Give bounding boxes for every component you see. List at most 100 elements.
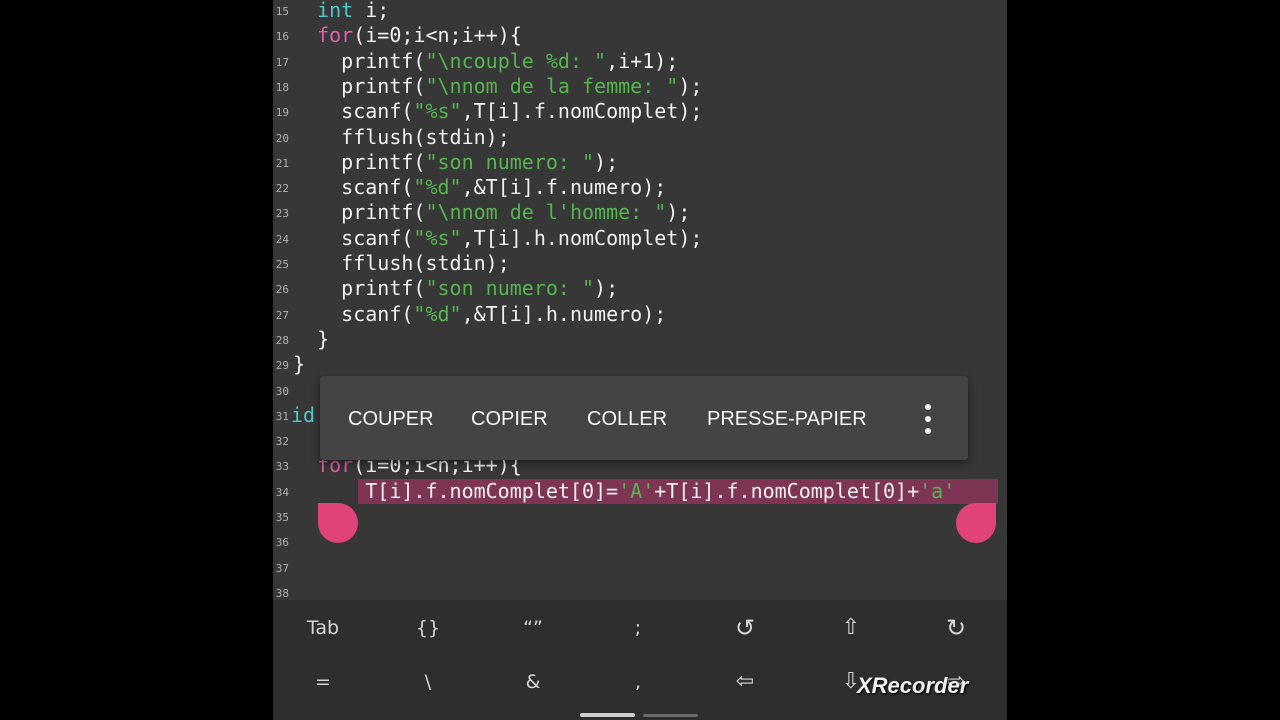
line-number: 20 xyxy=(275,131,289,145)
code-token: +T[i].f.nomComplet[0]+ xyxy=(654,478,920,503)
keyword: for xyxy=(317,23,354,48)
string-literal: "son numero: " xyxy=(425,276,595,301)
code-line: 15 int i; xyxy=(273,0,1007,23)
code-line: 23 printf("\nnom de l'homme: "); xyxy=(273,200,1007,225)
shift-up-icon[interactable]: ⇧ xyxy=(811,608,891,648)
string-literal: "\nnom de la femme: " xyxy=(425,73,679,98)
code-line: 37 xyxy=(273,555,1007,580)
arrow-left-icon[interactable]: ⇦ xyxy=(705,662,785,702)
comma-key[interactable]: , xyxy=(598,662,678,702)
nav-gesture-bar-secondary xyxy=(643,714,698,717)
more-options-icon[interactable] xyxy=(918,402,938,436)
string-literal: "son numero: " xyxy=(425,149,595,174)
string-literal: "%s" xyxy=(413,99,462,124)
code-line: 24 scanf("%s",T[i].h.nomComplet); xyxy=(273,226,1007,251)
line-number: 21 xyxy=(275,156,289,170)
string-literal: "%d" xyxy=(413,301,462,326)
code-token: ,&T[i].f.numero); xyxy=(461,175,667,200)
selection-end-handle[interactable] xyxy=(956,503,996,543)
line-number: 29 xyxy=(275,359,289,373)
code-line: 19 scanf("%s",T[i].f.nomComplet); xyxy=(273,99,1007,124)
code-text: scanf("%d",&T[i].h.numero); xyxy=(341,302,666,327)
code-text: printf("son numero: "); xyxy=(341,276,618,301)
line-number: 38 xyxy=(275,586,289,600)
code-token: ); xyxy=(594,149,619,174)
more-dot xyxy=(925,428,931,434)
braces-key[interactable]: {} xyxy=(388,608,468,648)
code-token: printf( xyxy=(341,48,426,73)
more-dot xyxy=(925,416,931,422)
semicolon-key[interactable]: ; xyxy=(598,608,678,648)
line-number: 22 xyxy=(275,182,289,196)
code-editor[interactable]: 15 int i; 16 for(i=0;i<n;i++){17 printf("\nc… xyxy=(273,0,1007,600)
phone-screen: 15 int i; 16 for(i=0;i<n;i++){17 printf("\nc… xyxy=(273,0,1007,720)
line-number: 16 xyxy=(275,30,289,44)
extra-keys-bar: Tab {} “” ; ↺ ⇧ ↻ = \ & , ⇦ ⇩ ⇨ xyxy=(273,600,1007,720)
copy-menu-item[interactable]: COPIER xyxy=(471,406,548,432)
line-number: 36 xyxy=(275,536,289,550)
code-text: printf("\nnom de la femme: "); xyxy=(341,74,702,99)
tab-key[interactable]: Tab xyxy=(283,608,363,648)
code-text: int i; xyxy=(317,0,389,23)
code-token: ); xyxy=(666,200,691,225)
code-token: ); xyxy=(594,276,619,301)
code-token: ); xyxy=(678,73,703,98)
code-text: T[i].f.nomComplet[0]='A'+T[i].f.nomCompl… xyxy=(365,479,955,504)
string-literal: "%d" xyxy=(413,175,462,200)
line-number: 19 xyxy=(275,106,289,120)
xrecorder-watermark: XRecorder xyxy=(857,673,969,698)
ampersand-key[interactable]: & xyxy=(493,662,573,702)
code-line: 18 printf("\nnom de la femme: "); xyxy=(273,74,1007,99)
line-number: 37 xyxy=(275,561,289,575)
line-number: 35 xyxy=(275,511,289,524)
cut-menu-item[interactable]: COUPER xyxy=(348,406,434,432)
code-text: } xyxy=(293,352,305,377)
code-text: scanf("%s",T[i].h.nomComplet); xyxy=(341,226,702,251)
quotes-key[interactable]: “” xyxy=(493,608,573,648)
code-token: fflush(stdin); xyxy=(341,124,510,149)
keyword: id xyxy=(291,402,316,427)
code-text: printf("son numero: "); xyxy=(341,150,618,175)
backslash-key[interactable]: \ xyxy=(388,662,468,702)
line-number: 27 xyxy=(275,308,289,322)
code-token: ,i+1); xyxy=(606,48,679,73)
code-token: fflush(stdin); xyxy=(341,251,510,275)
code-line: 26 printf("son numero: "); xyxy=(273,276,1007,301)
paste-menu-item[interactable]: COLLER xyxy=(587,406,667,432)
code-text: id xyxy=(291,403,315,428)
code-token: printf( xyxy=(341,200,426,225)
clipboard-menu-item[interactable]: PRESSE-PAPIER xyxy=(707,406,867,432)
code-token: ,T[i].f.nomComplet); xyxy=(461,99,703,124)
selection-start-handle[interactable] xyxy=(318,503,358,543)
code-text: scanf("%s",T[i].f.nomComplet); xyxy=(341,99,702,124)
code-token: scanf( xyxy=(341,99,414,124)
code-token: scanf( xyxy=(341,301,414,326)
code-line: 22 scanf("%d",&T[i].f.numero); xyxy=(273,175,1007,200)
equals-key[interactable]: = xyxy=(283,662,363,702)
string-literal: "%s" xyxy=(413,225,462,250)
code-text: scanf("%d",&T[i].f.numero); xyxy=(341,175,666,200)
code-line: 38 xyxy=(273,580,1007,600)
code-text: fflush(stdin); xyxy=(341,125,510,150)
line-number: 18 xyxy=(275,80,289,94)
undo-icon[interactable]: ↺ xyxy=(705,608,785,648)
line-number: 17 xyxy=(275,55,289,69)
code-text: fflush(stdin); xyxy=(341,251,510,276)
more-dot xyxy=(925,404,931,410)
line-number: 25 xyxy=(275,258,289,271)
keyword: int xyxy=(317,0,354,22)
code-text: } xyxy=(317,327,329,352)
code-line: 21 printf("son numero: "); xyxy=(273,150,1007,175)
code-line: 27 scanf("%d",&T[i].h.numero); xyxy=(273,302,1007,327)
redo-icon[interactable]: ↻ xyxy=(916,608,996,648)
code-token: printf( xyxy=(341,73,426,98)
code-line: 20 fflush(stdin); xyxy=(273,125,1007,150)
code-line: 25 fflush(stdin); xyxy=(273,251,1007,276)
line-number: 26 xyxy=(275,283,289,297)
string-literal: "\ncouple %d: " xyxy=(425,48,607,73)
code-token: ,&T[i].h.numero); xyxy=(461,301,667,326)
line-number: 28 xyxy=(275,333,289,347)
code-token: printf( xyxy=(341,276,426,301)
nav-gesture-bar[interactable] xyxy=(580,713,635,717)
code-line: 29} xyxy=(273,352,1007,377)
